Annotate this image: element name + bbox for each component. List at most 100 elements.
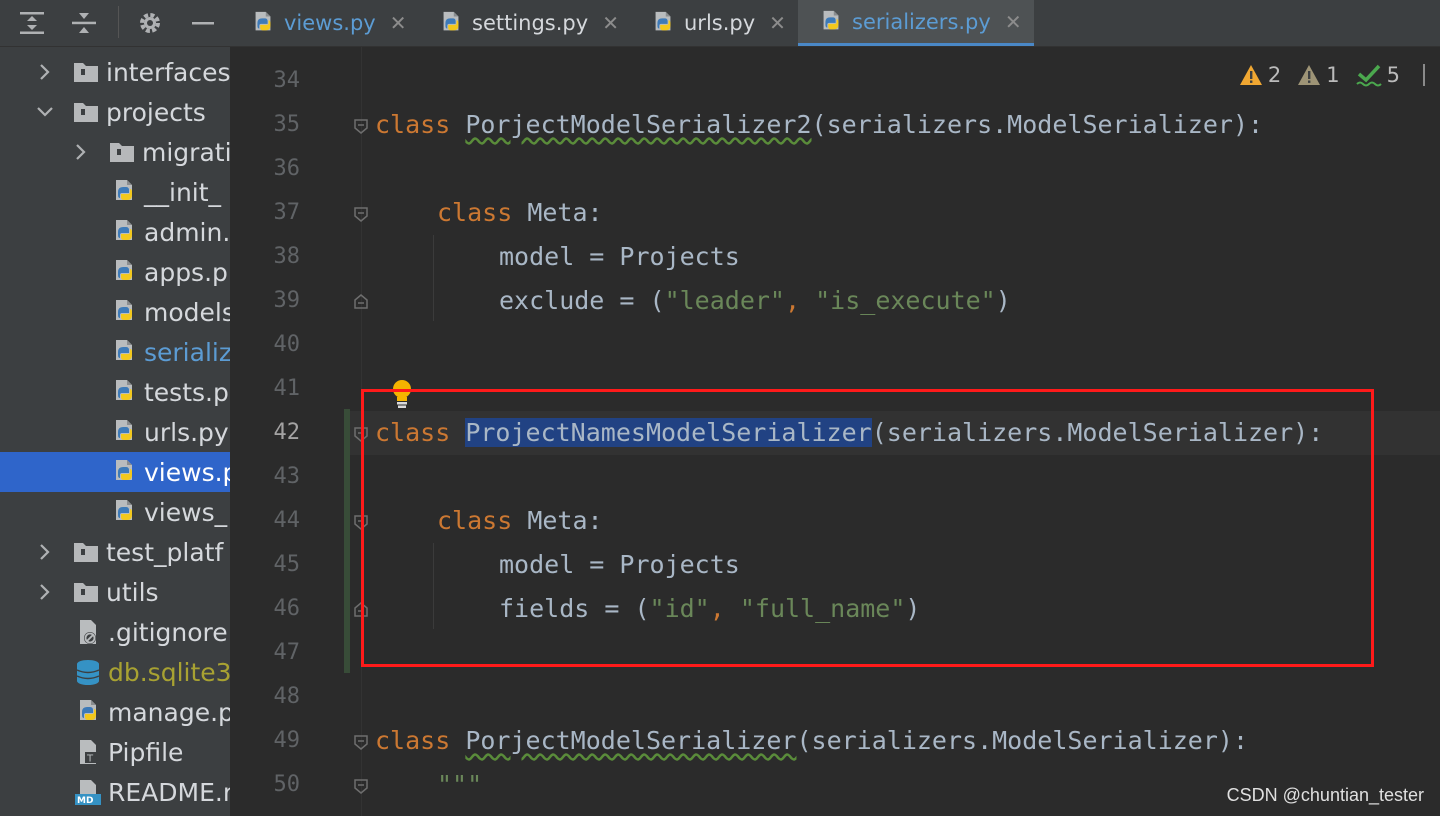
keyword: class xyxy=(375,726,451,755)
tab-settings-py[interactable]: settings.py ✕ xyxy=(438,0,619,46)
tree-item-tests-p[interactable]: tests.p xyxy=(0,372,230,412)
tab-urls-py[interactable]: urls.py ✕ xyxy=(650,0,786,46)
folder-file-icon xyxy=(72,578,100,606)
indent-guide xyxy=(433,235,434,321)
fold-marker-icon[interactable] xyxy=(352,777,370,795)
folder-file-icon xyxy=(72,538,100,566)
python-file-icon xyxy=(110,498,138,526)
code-text: Meta: xyxy=(512,198,603,227)
collapse-all-icon[interactable] xyxy=(69,8,99,38)
chevron-down-icon[interactable] xyxy=(36,103,54,121)
chevron-right-icon[interactable] xyxy=(36,63,54,81)
close-icon[interactable]: ✕ xyxy=(390,11,407,35)
tree-item-gitignore[interactable]: .gitignore xyxy=(0,612,230,652)
editor-tab-bar: views.py ✕ settings.py ✕ urls.py ✕ seria… xyxy=(230,0,1440,47)
code-text: (serializers.ModelSerializer): xyxy=(796,726,1249,755)
tree-item-label: README.r xyxy=(108,777,230,807)
tab-serializers-py[interactable]: serializers.py ✕ xyxy=(798,0,1034,46)
line-number: 50 xyxy=(273,772,301,797)
tree-item-migrati[interactable]: migrati xyxy=(0,132,230,172)
tree-item-manage-p[interactable]: manage.p xyxy=(0,692,230,732)
tree-item-interfaces[interactable]: interfaces xyxy=(0,52,230,92)
python-file-icon xyxy=(110,178,138,206)
expand-all-icon[interactable] xyxy=(17,8,47,38)
fold-marker-icon[interactable] xyxy=(352,733,370,751)
database-file-icon xyxy=(74,658,102,686)
warning-icon xyxy=(1239,65,1262,85)
folder-file-icon xyxy=(72,98,100,126)
typos-count[interactable]: 5 xyxy=(1355,63,1400,87)
line-number: 42 xyxy=(273,420,301,445)
tab-label: urls.py xyxy=(684,11,756,35)
line-number: 45 xyxy=(273,552,301,577)
close-icon[interactable]: ✕ xyxy=(1005,10,1022,34)
warnings-count[interactable]: 2 xyxy=(1239,63,1281,87)
svg-text:MD: MD xyxy=(77,796,93,806)
tree-item-init[interactable]: __init_ xyxy=(0,172,230,212)
code-line-49: class PorjectModelSerializer(serializers… xyxy=(375,719,1248,763)
tree-item-admin[interactable]: admin. xyxy=(0,212,230,252)
line-number: 36 xyxy=(273,156,301,181)
class-name: PorjectModelSerializer xyxy=(465,726,797,755)
tree-item-label: manage.p xyxy=(108,697,230,727)
inspection-widget[interactable]: 2 1 5 xyxy=(1227,61,1430,89)
tree-item-db-sqlite3[interactable]: db.sqlite3 xyxy=(0,652,230,692)
chevron-right-icon[interactable] xyxy=(72,143,90,161)
typo-check-icon xyxy=(1355,64,1382,87)
python-file-icon xyxy=(655,11,671,31)
python-file-icon xyxy=(74,698,102,726)
line-number: 43 xyxy=(273,464,301,489)
tree-item-models[interactable]: models xyxy=(0,292,230,332)
tree-item-readme-r[interactable]: MD README.r xyxy=(0,772,230,812)
line-number: 49 xyxy=(273,728,301,753)
annotation-highlight-box xyxy=(361,389,1374,667)
chevron-right-icon[interactable] xyxy=(36,583,54,601)
tree-item-apps-p[interactable]: apps.p xyxy=(0,252,230,292)
fold-end-icon[interactable] xyxy=(352,293,370,311)
tree-item-label: serializ xyxy=(144,337,230,367)
weak-warnings-count-label: 1 xyxy=(1326,63,1340,87)
tree-item-serializ[interactable]: serializ xyxy=(0,332,230,372)
line-number: 38 xyxy=(273,244,301,269)
warnings-count-label: 2 xyxy=(1267,63,1282,87)
tree-item-test-platf[interactable]: test_platf xyxy=(0,532,230,572)
tree-item-views-py[interactable]: views.py xyxy=(0,452,230,492)
python-file-icon xyxy=(255,11,271,31)
code-line-39: exclude = ("leader", "is_execute") xyxy=(499,279,1011,323)
tree-item-label: test_platf xyxy=(106,537,224,567)
tree-item-views[interactable]: views_ xyxy=(0,492,230,532)
tree-item-urls-py[interactable]: urls.py xyxy=(0,412,230,452)
tree-item-label: views_ xyxy=(144,497,228,527)
tree-item-label: urls.py xyxy=(144,417,229,447)
docstring: """ xyxy=(437,770,483,799)
tree-item-label: utils xyxy=(106,577,159,607)
line-number: 34 xyxy=(273,68,301,93)
code-editor[interactable]: 34 35 36 37 38 39 40 41 42 43 44 45 46 47 48 49 50 class… xyxy=(230,47,1440,816)
tree-item-utils[interactable]: utils xyxy=(0,572,230,612)
tree-item-pipfile[interactable]: T Pipfile xyxy=(0,732,230,772)
gear-icon[interactable] xyxy=(135,8,165,38)
line-number: 39 xyxy=(273,288,301,313)
close-icon[interactable]: ✕ xyxy=(769,11,786,35)
minimize-icon[interactable] xyxy=(188,8,218,38)
code-line-35: class PorjectModelSerializer2(serializer… xyxy=(375,103,1263,147)
chevron-right-icon[interactable] xyxy=(36,543,54,561)
folder-file-icon xyxy=(108,138,136,166)
tree-item-projects[interactable]: projects xyxy=(0,92,230,132)
vertical-ellipsis-icon[interactable] xyxy=(1418,61,1430,89)
code-text: ) xyxy=(995,286,1011,315)
pipfile-file-icon: T xyxy=(74,738,102,766)
tree-item-label: models xyxy=(144,297,230,327)
close-icon[interactable]: ✕ xyxy=(602,11,619,35)
line-number: 40 xyxy=(273,332,301,357)
weak-warning-icon xyxy=(1298,65,1321,85)
fold-marker-icon[interactable] xyxy=(352,117,370,135)
weak-warnings-count[interactable]: 1 xyxy=(1297,63,1340,87)
tab-views-py[interactable]: views.py ✕ xyxy=(250,0,407,46)
fold-marker-icon[interactable] xyxy=(352,205,370,223)
tree-item-label: .gitignore xyxy=(108,617,228,647)
tree-item-label: interfaces xyxy=(106,57,230,87)
tree-item-label: migrati xyxy=(142,137,230,167)
tab-label: serializers.py xyxy=(852,9,991,34)
toolbar-separator xyxy=(118,6,119,38)
